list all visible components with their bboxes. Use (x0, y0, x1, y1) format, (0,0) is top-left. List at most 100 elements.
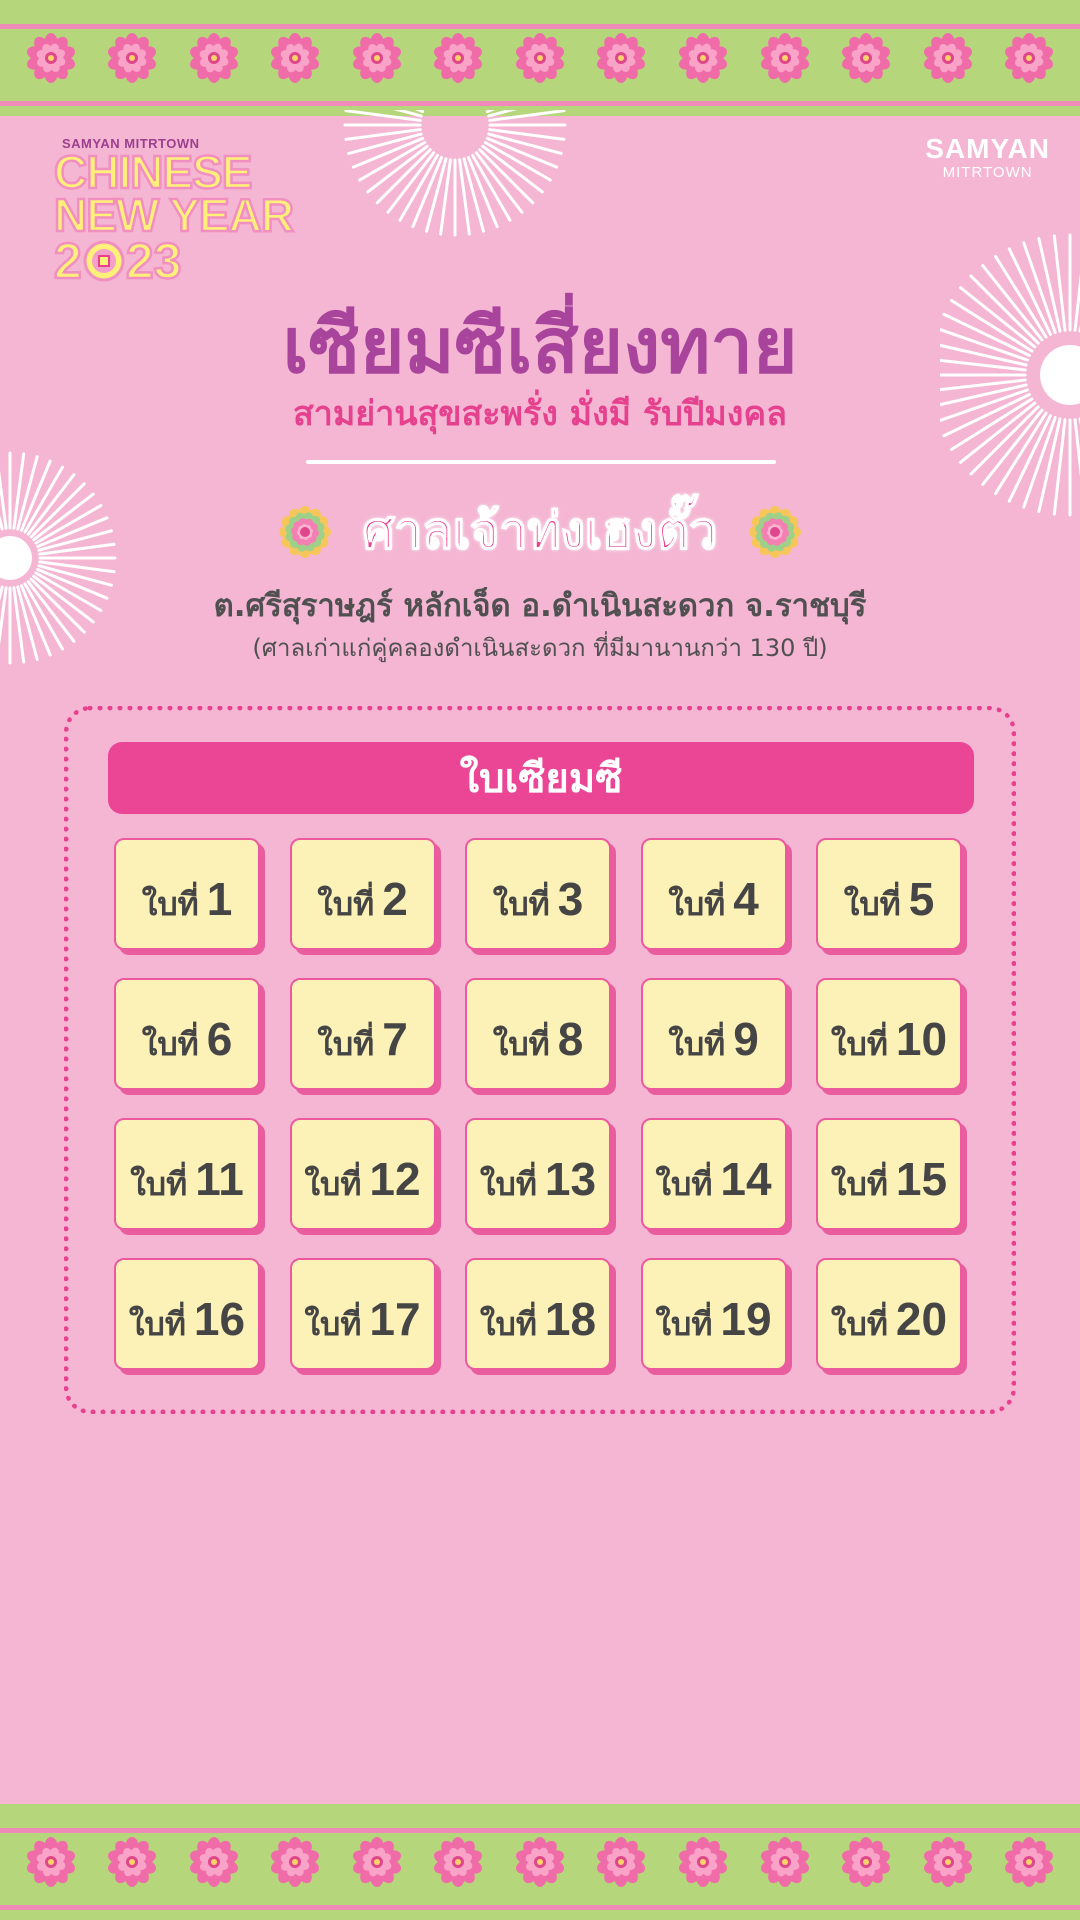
fortune-card-17[interactable]: ใบที่ 17 (289, 1258, 436, 1370)
fortune-card-5[interactable]: ใบที่ 5 (816, 838, 962, 950)
cny-year-prefix: 2 (53, 233, 83, 289)
samyan-logo-sub: MITRTOWN (942, 164, 1033, 181)
pink-flower-icon (597, 1837, 646, 1887)
fortune-card-number: 18 (544, 1293, 597, 1345)
fortune-card-19[interactable]: ใบที่ 19 (640, 1258, 787, 1370)
pink-flower-icon (189, 33, 238, 83)
cny-logo-year: 2 23 (53, 233, 314, 289)
fortune-card-prefix: ใบที่ (830, 1165, 888, 1203)
page-subtitle: สามย่านสุขสะพรั่ง มั่งมี รับปีมงคล (293, 394, 787, 434)
fortune-card-number: 15 (895, 1153, 948, 1205)
pink-flower-icon (760, 33, 809, 83)
fortune-card-9[interactable]: ใบที่ 9 (640, 978, 787, 1090)
cny-logo-line2: NEW YEAR (53, 189, 296, 241)
fortune-card-prefix: ใบที่ (317, 1025, 375, 1063)
shrine-address: ต.ศรีสุราษฎร์ หลักเจ็ด อ.ดำเนินสะดวก จ.ร… (213, 588, 867, 624)
pink-flower-icon (842, 1837, 891, 1887)
title-divider (306, 460, 776, 464)
fortune-card-number: 9 (733, 1013, 759, 1065)
fortune-card-3[interactable]: ใบที่ 3 (465, 838, 611, 950)
pink-flower-icon (26, 1837, 75, 1887)
fortune-card-number: 4 (733, 873, 759, 925)
fortune-card-15[interactable]: ใบที่ 15 (816, 1118, 962, 1230)
fortune-card-prefix: ใบที่ (668, 885, 726, 923)
pink-flower-icon (352, 1837, 401, 1887)
chinese-coin-icon (83, 240, 125, 282)
pink-flower-icon (352, 33, 401, 83)
fortune-card-prefix: ใบที่ (492, 885, 550, 923)
pink-flower-icon (108, 1837, 157, 1887)
fortune-card-number: 5 (908, 873, 935, 925)
fortune-card-number: 7 (382, 1013, 408, 1065)
pink-flower-icon (1005, 33, 1054, 83)
fortune-card-prefix: ใบที่ (830, 1305, 888, 1343)
pink-flower-icon (515, 33, 564, 83)
fortune-card-number: 6 (206, 1013, 233, 1065)
fortune-card-number: 10 (895, 1013, 948, 1065)
fortune-card-prefix: ใบที่ (479, 1165, 537, 1203)
fortune-card-number: 2 (382, 873, 408, 925)
fortune-card-prefix: ใบที่ (668, 1025, 726, 1063)
samyan-mitrtown-logo: SAMYAN MITRTOWN (925, 134, 1050, 182)
pink-flower-icon (108, 33, 157, 83)
fortune-card-11[interactable]: ใบที่ 11 (114, 1118, 260, 1230)
fortune-card-7[interactable]: ใบที่ 7 (289, 978, 436, 1090)
fortune-card-4[interactable]: ใบที่ 4 (640, 838, 787, 950)
shrine-heading: ศาลเจ้าท่งเฮงตั๊ว (0, 492, 1080, 571)
pink-flower-icon (271, 1837, 320, 1887)
fortune-card-2[interactable]: ใบที่ 2 (289, 838, 436, 950)
fortune-card-12[interactable]: ใบที่ 12 (289, 1118, 436, 1230)
cny-logo-line1: CHINESE (53, 146, 254, 198)
fortune-card-6[interactable]: ใบที่ 6 (114, 978, 260, 1090)
pink-flower-icon (760, 1837, 809, 1887)
chinese-new-year-logo: SAMYAN MITRTOWN CHINESE NEW YEAR 2 23 (53, 136, 314, 289)
fortune-card-number: 1 (206, 873, 233, 925)
fortune-card-number: 19 (720, 1293, 772, 1345)
fortune-card-8[interactable]: ใบที่ 8 (465, 978, 611, 1090)
top-flower-border (0, 0, 1080, 116)
fortune-card-prefix: ใบที่ (479, 1305, 537, 1343)
fortune-card-number: 16 (193, 1293, 246, 1345)
pink-flower-icon (271, 33, 320, 83)
shrine-name: ศาลเจ้าท่งเฮงตั๊ว (362, 501, 718, 561)
fortune-card-prefix: ใบที่ (141, 885, 199, 923)
fortune-card-number: 13 (544, 1153, 597, 1205)
fortune-card-number: 20 (895, 1293, 948, 1345)
pink-flower-icon (842, 33, 891, 83)
fortune-card-number: 12 (369, 1153, 421, 1205)
pink-flower-icon (679, 33, 728, 83)
pink-flower-icon (597, 33, 646, 83)
pink-flower-icon (923, 33, 972, 83)
pink-flower-icon (26, 33, 75, 83)
fortune-card-number: 17 (369, 1293, 421, 1345)
fortune-card-16[interactable]: ใบที่ 16 (114, 1258, 260, 1370)
fortune-card-20[interactable]: ใบที่ 20 (816, 1258, 962, 1370)
shrine-note: (ศาลเก่าแก่คู่คลองดำเนินสะดวก ที่มีมานาน… (252, 634, 828, 662)
fortune-card-prefix: ใบที่ (304, 1305, 362, 1343)
fortune-card-14[interactable]: ใบที่ 14 (640, 1118, 787, 1230)
pink-flower-icon (515, 1837, 564, 1887)
bottom-flower-border (0, 1804, 1080, 1920)
fortune-card-prefix: ใบที่ (830, 1025, 888, 1063)
fortune-card-prefix: ใบที่ (843, 885, 901, 923)
fortune-card-13[interactable]: ใบที่ 13 (465, 1118, 611, 1230)
fortune-card-prefix: ใบที่ (492, 1025, 550, 1063)
fortune-card-prefix: ใบที่ (317, 885, 375, 923)
fortune-card-prefix: ใบที่ (141, 1025, 199, 1063)
fortune-card-prefix: ใบที่ (655, 1305, 713, 1343)
pink-flower-icon (434, 33, 483, 83)
panel-header: ใบเซียมซี (108, 742, 974, 814)
fortune-card-18[interactable]: ใบที่ 18 (465, 1258, 611, 1370)
pink-flower-icon (679, 1837, 728, 1887)
fortune-card-prefix: ใบที่ (130, 1165, 188, 1203)
fortune-card-1[interactable]: ใบที่ 1 (114, 838, 260, 950)
fortune-card-number: 11 (195, 1153, 244, 1205)
fortune-card-number: 14 (720, 1153, 772, 1205)
fortune-card-prefix: ใบที่ (128, 1305, 186, 1343)
fortune-card-number: 3 (557, 873, 584, 925)
lotus-flower-icon (749, 505, 802, 558)
fortune-card-number: 8 (557, 1013, 584, 1065)
fortune-card-prefix: ใบที่ (304, 1165, 362, 1203)
pink-flower-icon (923, 1837, 972, 1887)
fortune-card-10[interactable]: ใบที่ 10 (816, 978, 962, 1090)
